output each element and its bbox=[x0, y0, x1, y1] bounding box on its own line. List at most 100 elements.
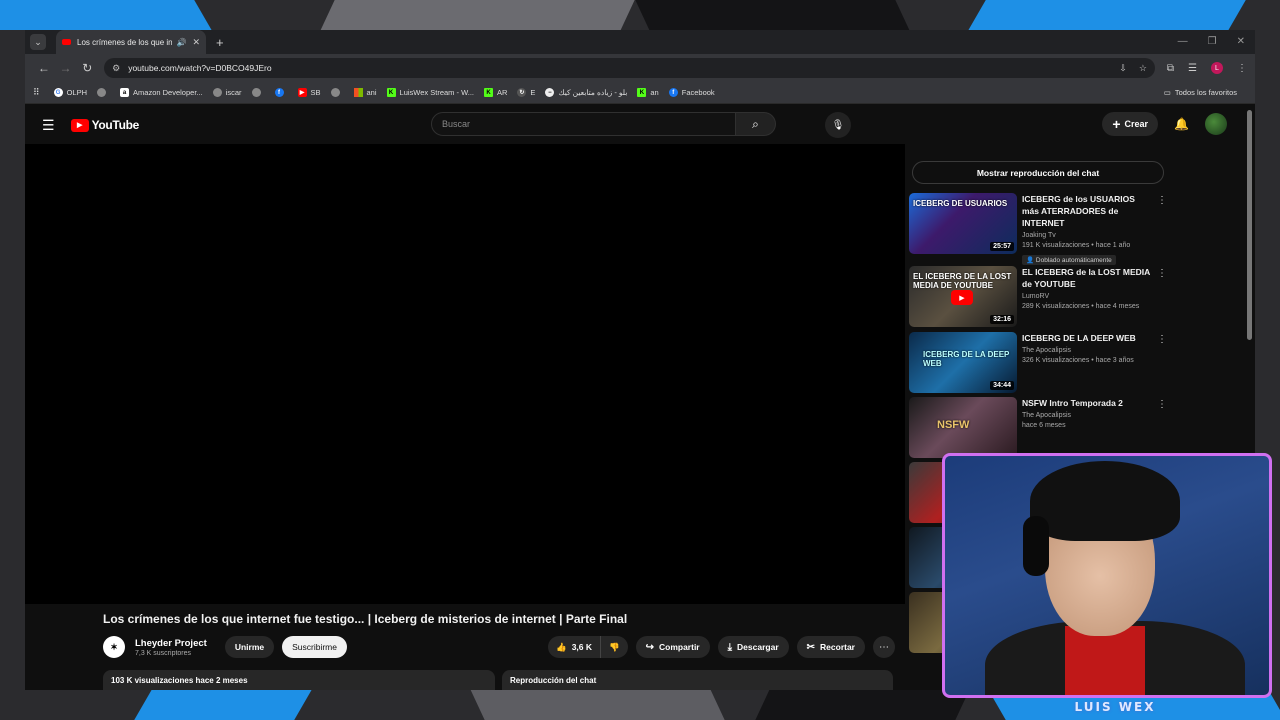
bookmark-item[interactable]: ani bbox=[353, 88, 377, 97]
forward-icon[interactable]: → bbox=[55, 61, 77, 75]
window-close-icon[interactable]: ✕ bbox=[1237, 36, 1245, 47]
recommendation-item[interactable]: ICEBERG DE LA DEEP WEB 34:44 ICEBERG DE … bbox=[909, 332, 1179, 397]
tab-close-icon[interactable]: ✕ bbox=[192, 37, 200, 48]
channel-name[interactable]: Lheyder Project bbox=[135, 638, 207, 649]
browser-menu-icon[interactable]: ⋮ bbox=[1237, 63, 1247, 74]
channel-avatar[interactable]: ✶ bbox=[103, 636, 125, 658]
minimize-icon[interactable]: — bbox=[1178, 36, 1188, 47]
bookmark-label: SB bbox=[310, 88, 321, 97]
tab-search-button[interactable]: ⌄ bbox=[30, 34, 46, 50]
bookmark-star-icon[interactable]: ☆ bbox=[1139, 63, 1147, 74]
recommendation-title[interactable]: NSFW Intro Temporada 2 bbox=[1022, 397, 1152, 409]
overlay-shape bbox=[320, 0, 640, 30]
recommendation-channel[interactable]: Joaking Tv bbox=[1022, 232, 1152, 239]
more-vertical-icon[interactable]: ⋮ bbox=[1157, 195, 1167, 206]
video-thumbnail[interactable]: NSFW bbox=[909, 397, 1017, 458]
bookmark-item[interactable]: ▶ SB bbox=[297, 88, 321, 97]
download-button[interactable]: ⤓ Descargar bbox=[717, 636, 789, 658]
extensions-icon[interactable]: ⧉ bbox=[1167, 63, 1174, 74]
audio-playing-icon[interactable]: 🔊 bbox=[176, 38, 186, 47]
like-count: 3,6 K bbox=[571, 642, 593, 652]
recommendation-channel[interactable]: The Apocalipsis bbox=[1022, 347, 1152, 354]
description-box[interactable]: 103 K visualizaciones hace 2 meses bbox=[103, 670, 495, 690]
bookmark-item[interactable]: ↻ E bbox=[517, 88, 535, 97]
back-icon[interactable]: ← bbox=[33, 61, 55, 75]
share-button[interactable]: ↪ Compartir bbox=[635, 636, 710, 658]
more-vertical-icon[interactable]: ⋮ bbox=[1157, 399, 1167, 410]
video-title: Los crímenes de los que internet fue tes… bbox=[103, 612, 628, 626]
youtube-favicon-icon bbox=[62, 39, 71, 45]
recommendation-channel[interactable]: The Apocalipsis bbox=[1022, 412, 1152, 419]
create-button[interactable]: + Crear bbox=[1102, 112, 1159, 136]
youtube-play-icon: ▶ bbox=[951, 290, 973, 305]
menu-icon[interactable]: ☰ bbox=[42, 117, 55, 134]
apps-icon[interactable]: ⠿ bbox=[33, 87, 40, 98]
clip-button[interactable]: ✂ Recortar bbox=[796, 636, 865, 658]
like-button[interactable]: 👍 3,6 K bbox=[548, 636, 602, 658]
recommendation-channel[interactable]: LumoRV bbox=[1022, 293, 1152, 300]
bookmark-item[interactable]: f Facebook bbox=[668, 88, 715, 97]
search-button[interactable]: ⌕ bbox=[736, 112, 776, 136]
bookmark-item[interactable]: G OLPH bbox=[53, 88, 87, 97]
video-thumbnail[interactable]: EL ICEBERG DE LA LOST MEDIA DE YOUTUBE ▶… bbox=[909, 266, 1017, 327]
globe-icon bbox=[97, 88, 107, 97]
badge-label: Doblado automáticamente bbox=[1035, 257, 1112, 264]
recommendation-item[interactable]: EL ICEBERG DE LA LOST MEDIA DE YOUTUBE ▶… bbox=[909, 266, 1179, 331]
duration-badge: 34:44 bbox=[990, 381, 1014, 390]
youtube-logo[interactable]: ▶ YouTube bbox=[70, 118, 139, 132]
recommendation-title[interactable]: ICEBERG DE LA DEEP WEB bbox=[1022, 332, 1152, 344]
account-avatar[interactable] bbox=[1205, 113, 1227, 135]
bookmark-item[interactable]: Kan bbox=[637, 88, 659, 97]
new-tab-button[interactable]: + bbox=[216, 35, 224, 50]
recommendation-meta: ICEBERG de los USUARIOS más ATERRADORES … bbox=[1022, 193, 1152, 265]
install-app-icon[interactable]: ⇩ bbox=[1119, 63, 1127, 74]
subscribe-button[interactable]: Suscribirme bbox=[282, 636, 347, 658]
profile-avatar[interactable]: L bbox=[1211, 62, 1223, 74]
reload-icon[interactable]: ↻ bbox=[76, 61, 98, 75]
streamer-name-label: LUIS WEX bbox=[1074, 700, 1156, 714]
circle-site-icon: − bbox=[545, 88, 555, 97]
video-actions: 👍 3,6 K 👎 ↪ Compartir ⤓ Descargar ✂ Recortar… bbox=[548, 636, 895, 658]
tab-active[interactable]: Los crímenes de los que int 🔊 ✕ bbox=[56, 30, 206, 54]
plus-icon: + bbox=[1112, 116, 1121, 132]
more-vertical-icon[interactable]: ⋮ bbox=[1157, 268, 1167, 279]
bookmark-item[interactable]: iscar bbox=[212, 88, 242, 97]
webcam-person-shirt bbox=[1065, 626, 1145, 695]
show-chat-replay-button[interactable]: Mostrar reproducción del chat bbox=[912, 161, 1164, 184]
url-text[interactable]: youtube.com/watch?v=D0BCO49JEro bbox=[128, 63, 1107, 73]
bookmark-item[interactable]: − بلو - زياده متابعين كيك bbox=[545, 88, 627, 97]
bookmark-item[interactable]: K LuisWex Stream - W... bbox=[386, 88, 474, 97]
join-button[interactable]: Unirme bbox=[224, 636, 275, 658]
recommendation-item[interactable]: ICEBERG DE USUARIOS 25:57 ICEBERG de los… bbox=[909, 193, 1179, 265]
bookmark-item[interactable]: f bbox=[274, 88, 288, 97]
more-vertical-icon[interactable]: ⋮ bbox=[1157, 334, 1167, 345]
bookmark-label: AR bbox=[497, 88, 508, 97]
address-bar[interactable]: ⚙ youtube.com/watch?v=D0BCO49JEro ⇩ ☆ bbox=[104, 58, 1155, 78]
reading-list-icon[interactable]: ☰ bbox=[1188, 63, 1197, 74]
browser-toolbar: ← → ↻ ⚙ youtube.com/watch?v=D0BCO49JEro … bbox=[25, 54, 1255, 82]
bookmark-item[interactable] bbox=[330, 88, 344, 97]
recommendation-title[interactable]: EL ICEBERG de la LOST MEDIA de YOUTUBE bbox=[1022, 266, 1152, 290]
more-actions-button[interactable]: ⋯ bbox=[873, 636, 895, 658]
restore-icon[interactable]: ❐ bbox=[1208, 36, 1217, 47]
bookmark-item[interactable] bbox=[97, 88, 110, 97]
bookmark-item[interactable]: K AR bbox=[484, 88, 507, 97]
notifications-bell-icon[interactable]: 🔔 bbox=[1174, 117, 1189, 131]
page-scrollbar[interactable] bbox=[1247, 110, 1252, 340]
voice-search-button[interactable]: 🎙 bbox=[825, 112, 851, 138]
thumbnail-text: ICEBERG DE LA DEEP WEB bbox=[923, 350, 1010, 368]
overlay-shape bbox=[128, 690, 312, 720]
chat-replay-header[interactable]: Reproducción del chat bbox=[502, 670, 893, 690]
bookmark-item[interactable] bbox=[251, 88, 265, 97]
site-info-icon[interactable]: ⚙ bbox=[112, 63, 120, 74]
thumbnail-text: ICEBERG DE USUARIOS bbox=[913, 199, 1008, 208]
recommendation-title[interactable]: ICEBERG de los USUARIOS más ATERRADORES … bbox=[1022, 193, 1152, 229]
video-player[interactable] bbox=[25, 144, 905, 604]
video-thumbnail[interactable]: ICEBERG DE USUARIOS 25:57 bbox=[909, 193, 1017, 254]
bookmark-item[interactable]: a Amazon Developer... bbox=[120, 88, 203, 97]
dislike-button[interactable]: 👎 bbox=[601, 636, 628, 658]
all-bookmarks-folder[interactable]: ▭ Todos los favoritos bbox=[1164, 88, 1237, 97]
search-input[interactable]: Buscar bbox=[431, 112, 736, 136]
amazon-icon: a bbox=[120, 88, 130, 97]
video-thumbnail[interactable]: ICEBERG DE LA DEEP WEB 34:44 bbox=[909, 332, 1017, 393]
